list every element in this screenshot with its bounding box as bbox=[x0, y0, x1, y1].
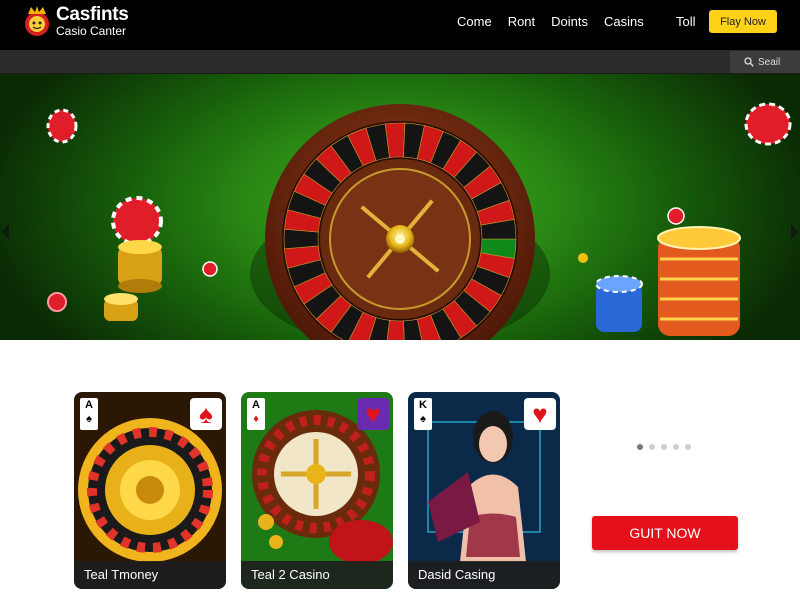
search-icon bbox=[744, 57, 754, 67]
carousel-dot[interactable] bbox=[685, 444, 691, 450]
nav-item-casins[interactable]: Casins bbox=[604, 14, 644, 29]
heart-icon: ♥ bbox=[524, 398, 556, 430]
nav-item-doints[interactable]: Doints bbox=[551, 14, 588, 29]
nav-item-toll[interactable]: Toll bbox=[676, 14, 696, 29]
card-corner: A ♠ bbox=[80, 398, 98, 430]
spade-icon: ♠ bbox=[190, 398, 222, 430]
casino-chip-stack bbox=[578, 102, 792, 336]
game-card-2[interactable]: A ♦ ♥ Teal 2 Casino bbox=[241, 392, 393, 589]
card-corner: K ♠ bbox=[414, 398, 432, 430]
logo-subtitle: Casio Canter bbox=[56, 24, 127, 38]
hero-illustration bbox=[46, 102, 792, 340]
nav-item-come[interactable]: Come bbox=[457, 14, 492, 29]
game-card-label: Dasid Casing bbox=[408, 561, 560, 589]
carousel-dot[interactable] bbox=[673, 444, 679, 450]
roulette-wheel-icon bbox=[250, 104, 550, 340]
hero-banner bbox=[0, 74, 800, 340]
join-now-button[interactable]: GUIT NOW bbox=[592, 516, 738, 550]
search-button[interactable]: Seail bbox=[730, 51, 800, 73]
nav-item-ront[interactable]: Ront bbox=[508, 14, 535, 29]
game-card-label: Teal 2 Casino bbox=[241, 561, 393, 589]
card-corner: A ♦ bbox=[247, 398, 265, 430]
game-card-1[interactable]: A ♠ ♠ Teal Tmoney bbox=[74, 392, 226, 589]
top-header: Casfints Casio Canter Come Ront Doints C… bbox=[0, 0, 800, 50]
heart-icon: ♥ bbox=[357, 398, 389, 430]
casino-landing-page: Casfints Casio Canter Come Ront Doints C… bbox=[0, 0, 800, 600]
crown-logo-icon bbox=[22, 4, 52, 38]
carousel-dot[interactable] bbox=[661, 444, 667, 450]
game-card-3[interactable]: K ♠ ♥ Dasid Casing bbox=[408, 392, 560, 589]
play-now-button[interactable]: Flay Now bbox=[709, 10, 777, 33]
hero-prev-arrow[interactable] bbox=[2, 224, 9, 240]
site-logo[interactable]: Casfints Casio Canter bbox=[22, 4, 129, 38]
search-label: Seail bbox=[758, 56, 781, 68]
sub-toolbar: Seail bbox=[0, 50, 800, 74]
carousel-dot[interactable] bbox=[649, 444, 655, 450]
main-nav: Come Ront Doints Casins bbox=[457, 14, 660, 29]
carousel-dots bbox=[637, 444, 697, 450]
logo-title: Casfints bbox=[56, 4, 129, 25]
carousel-dot[interactable] bbox=[637, 444, 643, 450]
game-card-label: Teal Tmoney bbox=[74, 561, 226, 589]
hero-next-arrow[interactable] bbox=[791, 224, 798, 240]
casino-chip-icon bbox=[46, 108, 218, 321]
